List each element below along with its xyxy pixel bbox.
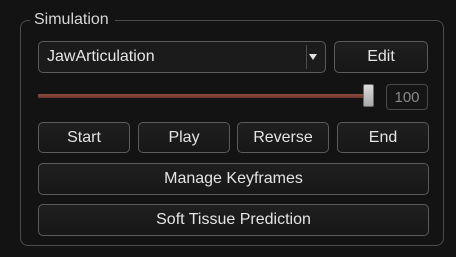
reverse-button[interactable]: Reverse (237, 122, 329, 153)
simulation-dropdown-value: JawArticulation (47, 48, 155, 65)
slider-fill (38, 94, 370, 98)
chevron-down-icon[interactable] (309, 54, 317, 60)
play-button[interactable]: Play (138, 122, 230, 153)
soft-tissue-prediction-button[interactable]: Soft Tissue Prediction (38, 204, 429, 236)
simulation-slider[interactable] (38, 94, 370, 98)
simulation-panel: Simulation JawArticulation Edit 100 Star… (0, 0, 456, 257)
edit-button[interactable]: Edit (334, 41, 428, 73)
simulation-dropdown[interactable]: JawArticulation (38, 41, 326, 73)
start-button[interactable]: Start (38, 122, 130, 153)
group-title: Simulation (30, 11, 115, 29)
slider-handle[interactable] (363, 84, 374, 107)
manage-keyframes-button[interactable]: Manage Keyframes (38, 163, 429, 195)
slider-value-field[interactable]: 100 (386, 84, 428, 110)
dropdown-separator (306, 45, 307, 69)
end-button[interactable]: End (337, 122, 429, 153)
